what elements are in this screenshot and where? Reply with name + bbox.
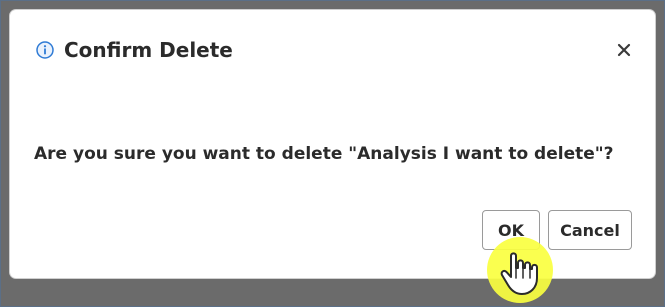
close-icon[interactable] [617, 42, 631, 61]
info-icon [36, 41, 54, 59]
hand-pointer-icon [494, 238, 554, 298]
dialog-header: Confirm Delete [36, 38, 233, 62]
close-button[interactable] [613, 40, 635, 62]
confirm-delete-dialog: Confirm Delete Are you sure you want to … [10, 10, 655, 278]
dialog-title: Confirm Delete [64, 38, 233, 62]
cancel-button[interactable]: Cancel [548, 210, 632, 250]
confirmation-message: Are you sure you want to delete "Analysi… [34, 144, 614, 164]
